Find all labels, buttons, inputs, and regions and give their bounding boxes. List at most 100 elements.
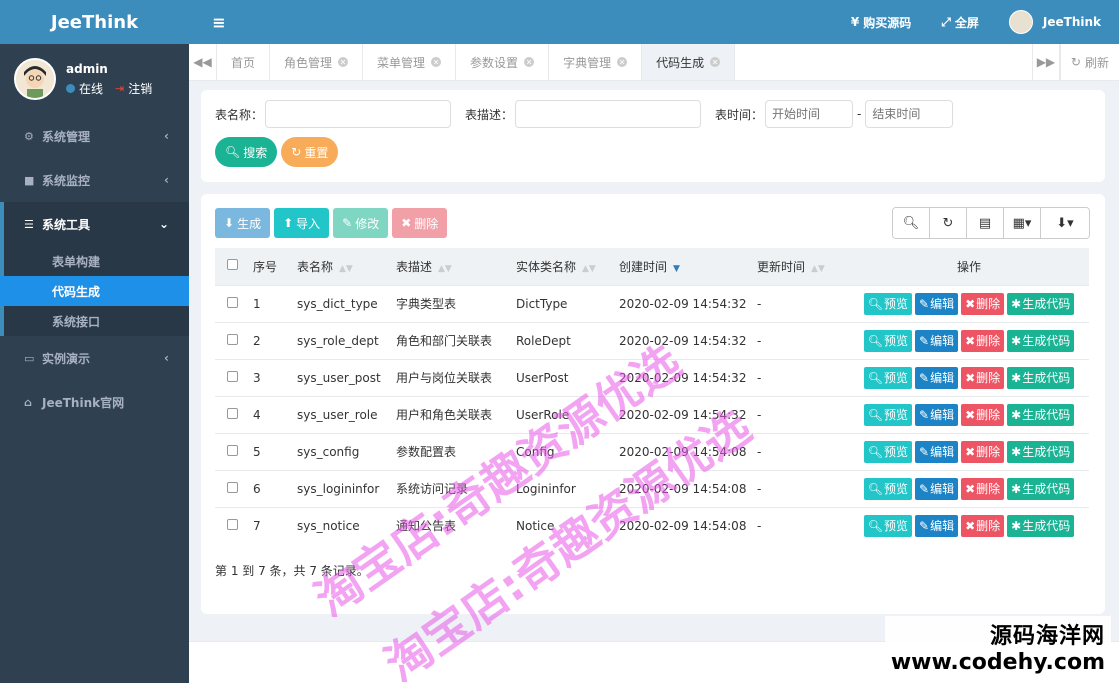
refresh-icon[interactable]: ↻ (930, 208, 967, 238)
table-row[interactable]: 1 sys_dict_type 字典类型表 DictType 2020-02-0… (215, 284, 1089, 322)
col-table-desc[interactable]: 表描述 ▲▼ (392, 248, 512, 285)
preview-button[interactable]: 🔍︎ 预览 (863, 477, 912, 500)
table-row[interactable]: 6 sys_logininfor 系统访问记录 Logininfor 2020-… (215, 469, 1089, 507)
table-time-label: 表时间： (715, 107, 764, 122)
gen-code-button[interactable]: ✱ 生成代码 (1007, 366, 1075, 389)
logout-icon[interactable]: ⇥ (115, 82, 124, 95)
edit-button[interactable]: ✎ 修改 (333, 208, 389, 238)
col-updated[interactable]: 更新时间 ▲▼ (753, 248, 849, 285)
row-edit-button[interactable]: ✎ 编辑 (915, 292, 959, 315)
preview-button[interactable]: 🔍︎ 预览 (863, 366, 912, 389)
row-checkbox[interactable] (226, 481, 238, 493)
sidebar-subitem-form-builder[interactable]: 表单构建 (4, 246, 189, 276)
chevron-left-icon: ‹ (164, 129, 169, 143)
preview-button[interactable]: 🔍︎ 预览 (863, 514, 912, 537)
start-time-input[interactable] (765, 100, 854, 128)
row-delete-button[interactable]: ✖ 删除 (961, 366, 1005, 389)
preview-button[interactable]: 🔍︎ 预览 (863, 440, 912, 463)
sidebar-item-system-management[interactable]: ⚙ 系统管理 ‹ (0, 114, 189, 158)
col-entity[interactable]: 实体类名称 ▲▼ (512, 248, 615, 285)
search-button[interactable]: 🔍︎ 搜索 (215, 137, 278, 167)
delete-button[interactable]: ✖ 删除 (392, 208, 448, 238)
gen-code-button[interactable]: ✱ 生成代码 (1007, 440, 1075, 463)
table-row[interactable]: 7 sys_notice 通知公告表 Notice 2020-02-09 14:… (215, 506, 1089, 544)
bug-icon: ✱ (1011, 481, 1022, 496)
close-icon[interactable]: ✕ (338, 57, 349, 67)
table-desc-input[interactable] (515, 100, 702, 128)
tab-parameters[interactable]: 参数设置 ✕ (456, 44, 550, 80)
row-delete-button[interactable]: ✖ 删除 (961, 292, 1005, 315)
close-icon[interactable]: ✕ (524, 57, 535, 67)
close-icon[interactable]: ✕ (431, 57, 442, 67)
cell-table-name: sys_role_dept (293, 321, 392, 359)
table-row[interactable]: 5 sys_config 参数配置表 Config 2020-02-09 14:… (215, 432, 1089, 470)
row-delete-button[interactable]: ✖ 删除 (961, 477, 1005, 500)
row-checkbox[interactable] (226, 444, 238, 456)
menu-toggle-icon[interactable]: ≡ (189, 13, 249, 32)
generate-button[interactable]: ⬇ 生成 (215, 208, 271, 238)
sidebar-item-system-tools[interactable]: ☰ 系统工具 ⌄ (0, 202, 189, 246)
table-name-input[interactable] (265, 100, 452, 128)
col-created[interactable]: 创建时间 ▼ (615, 248, 753, 285)
col-table-name[interactable]: 表名称 ▲▼ (293, 248, 392, 285)
table-row[interactable]: 2 sys_role_dept 角色和部门关联表 RoleDept 2020-0… (215, 321, 1089, 359)
toggle-view-icon[interactable]: ▤ (967, 208, 1004, 238)
tab-home[interactable]: 首页 (217, 44, 271, 80)
row-delete-button[interactable]: ✖ 删除 (961, 403, 1005, 426)
row-edit-button[interactable]: ✎ 编辑 (915, 440, 959, 463)
tab-dictionary[interactable]: 字典管理 ✕ (549, 44, 643, 80)
gen-code-button[interactable]: ✱ 生成代码 (1007, 329, 1075, 352)
sidebar-item-system-monitor[interactable]: ■ 系统监控 ‹ (0, 158, 189, 202)
export-icon[interactable]: ⬇▾ (1041, 208, 1089, 238)
cell-entity: Notice (512, 506, 615, 544)
row-checkbox[interactable] (226, 296, 238, 308)
fullscreen-link[interactable]: ⤢ 全屏 (941, 14, 979, 31)
row-delete-button[interactable]: ✖ 删除 (961, 440, 1005, 463)
preview-button[interactable]: 🔍︎ 预览 (863, 403, 912, 426)
row-checkbox[interactable] (226, 333, 238, 345)
search-icon: 🔍︎ (867, 444, 883, 459)
close-icon[interactable]: ✕ (617, 57, 628, 67)
sidebar-subitem-system-api[interactable]: 系统接口 (4, 306, 189, 336)
preview-button[interactable]: 🔍︎ 预览 (863, 329, 912, 352)
tab-menu-management[interactable]: 菜单管理 ✕ (363, 44, 457, 80)
user-menu[interactable]: JeeThink (1008, 10, 1101, 34)
brand-logo[interactable]: JeeThink (0, 0, 189, 44)
row-edit-button[interactable]: ✎ 编辑 (915, 366, 959, 389)
chevron-left-icon: ‹ (164, 351, 169, 365)
table-row[interactable]: 3 sys_user_post 用户与岗位关联表 UserPost 2020-0… (215, 358, 1089, 396)
import-button[interactable]: ⬆ 导入 (274, 208, 330, 238)
preview-button[interactable]: 🔍︎ 预览 (863, 292, 912, 315)
row-edit-button[interactable]: ✎ 编辑 (915, 329, 959, 352)
close-icon[interactable]: ✕ (710, 57, 721, 67)
tab-role-management[interactable]: 角色管理 ✕ (270, 44, 364, 80)
tab-scroll-left-icon[interactable]: ◀◀ (189, 44, 217, 80)
search-toggle-icon[interactable]: 🔍︎ (893, 208, 930, 238)
sidebar-item-demo[interactable]: ▭ 实例演示 ‹ (0, 336, 189, 380)
row-delete-button[interactable]: ✖ 删除 (961, 514, 1005, 537)
table-row[interactable]: 4 sys_user_role 用户和角色关联表 UserRole 2020-0… (215, 395, 1089, 433)
select-all-checkbox[interactable] (226, 259, 238, 271)
gen-code-button[interactable]: ✱ 生成代码 (1007, 514, 1075, 537)
refresh-tab-button[interactable]: ↻ 刷新 (1059, 44, 1119, 80)
gen-code-button[interactable]: ✱ 生成代码 (1007, 477, 1075, 500)
row-checkbox[interactable] (226, 518, 238, 530)
row-checkbox[interactable] (226, 407, 238, 419)
col-label: 更新时间 (757, 259, 806, 274)
tab-code-gen[interactable]: 代码生成 ✕ (642, 44, 736, 80)
end-time-input[interactable] (865, 100, 954, 128)
columns-icon[interactable]: ▦▾ (1004, 208, 1041, 238)
sidebar-item-official-site[interactable]: ⌂ JeeThink官网 (0, 380, 189, 424)
gen-code-button[interactable]: ✱ 生成代码 (1007, 403, 1075, 426)
tab-scroll-right-icon[interactable]: ▶▶ (1031, 44, 1060, 80)
gen-code-button[interactable]: ✱ 生成代码 (1007, 292, 1075, 315)
row-checkbox[interactable] (226, 370, 238, 382)
reset-button[interactable]: ↻ 重置 (281, 137, 339, 167)
row-edit-button[interactable]: ✎ 编辑 (915, 514, 959, 537)
row-edit-button[interactable]: ✎ 编辑 (915, 403, 959, 426)
buy-source-link[interactable]: ¥ 购买源码 (851, 14, 911, 31)
row-edit-button[interactable]: ✎ 编辑 (915, 477, 959, 500)
logout-link[interactable]: 注销 (128, 80, 152, 97)
sidebar-subitem-code-gen[interactable]: 代码生成 (0, 276, 189, 306)
row-delete-button[interactable]: ✖ 删除 (961, 329, 1005, 352)
